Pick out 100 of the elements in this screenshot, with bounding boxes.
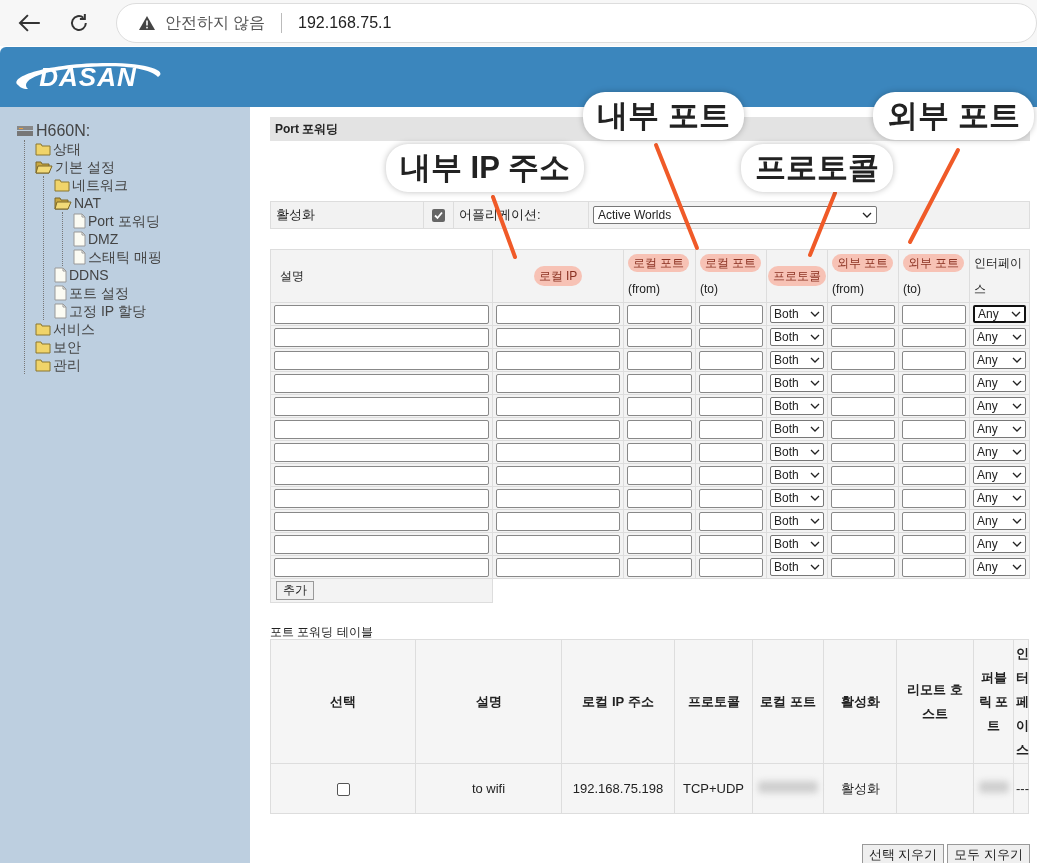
back-icon[interactable]	[18, 13, 42, 33]
protocol-dropdown[interactable]: Both	[770, 512, 824, 530]
protocol-dropdown[interactable]: Both	[770, 328, 824, 346]
input-field[interactable]	[699, 534, 763, 554]
input-field[interactable]	[831, 488, 895, 508]
application-dropdown[interactable]: Active Worlds	[593, 206, 877, 224]
interface-dropdown[interactable]: Any	[973, 374, 1026, 392]
input-field[interactable]	[831, 442, 895, 462]
protocol-dropdown[interactable]: Both	[770, 443, 824, 461]
input-field[interactable]	[627, 373, 692, 393]
input-field[interactable]	[902, 557, 966, 577]
tree-item[interactable]: 포트 설정	[69, 284, 129, 302]
input-field[interactable]	[274, 442, 489, 462]
input-field[interactable]	[627, 350, 692, 370]
interface-dropdown[interactable]: Any	[973, 466, 1026, 484]
protocol-dropdown[interactable]: Both	[770, 466, 824, 484]
input-field[interactable]	[831, 304, 895, 324]
input-field[interactable]	[699, 373, 763, 393]
input-field[interactable]	[902, 465, 966, 485]
protocol-dropdown[interactable]: Both	[770, 397, 824, 415]
interface-dropdown[interactable]: Any	[973, 351, 1026, 369]
input-field[interactable]	[274, 488, 489, 508]
input-field[interactable]	[274, 373, 489, 393]
input-field[interactable]	[496, 511, 620, 531]
enable-checkbox[interactable]	[432, 208, 445, 222]
input-field[interactable]	[627, 534, 692, 554]
protocol-dropdown[interactable]: Both	[770, 351, 824, 369]
input-field[interactable]	[274, 511, 489, 531]
input-field[interactable]	[902, 511, 966, 531]
row-checkbox[interactable]	[336, 782, 350, 796]
input-field[interactable]	[496, 557, 620, 577]
input-field[interactable]	[496, 534, 620, 554]
interface-dropdown[interactable]: Any	[973, 558, 1026, 576]
tree-item[interactable]: 고정 IP 할당	[69, 302, 146, 320]
tree-item[interactable]: Port 포워딩	[88, 212, 160, 230]
interface-dropdown[interactable]: Any	[973, 420, 1026, 438]
input-field[interactable]	[274, 465, 489, 485]
input-field[interactable]	[274, 534, 489, 554]
tree-item[interactable]: NAT	[74, 194, 101, 212]
input-field[interactable]	[699, 419, 763, 439]
tree-item[interactable]: DMZ	[88, 230, 119, 248]
input-field[interactable]	[274, 396, 489, 416]
input-field[interactable]	[496, 327, 620, 347]
tree-item[interactable]: 상태	[53, 140, 81, 158]
input-field[interactable]	[699, 511, 763, 531]
interface-dropdown[interactable]: Any	[973, 512, 1026, 530]
tree-item[interactable]: H660N:	[36, 122, 91, 140]
tree-item[interactable]: 기본 설정	[55, 158, 115, 176]
tree-item[interactable]: 서비스	[53, 320, 95, 338]
input-field[interactable]	[627, 557, 692, 577]
interface-dropdown[interactable]: Any	[973, 443, 1026, 461]
input-field[interactable]	[902, 373, 966, 393]
input-field[interactable]	[831, 350, 895, 370]
input-field[interactable]	[274, 304, 489, 324]
protocol-dropdown[interactable]: Both	[770, 305, 824, 323]
input-field[interactable]	[902, 419, 966, 439]
input-field[interactable]	[699, 465, 763, 485]
input-field[interactable]	[274, 350, 489, 370]
tree-item[interactable]: 네트워크	[72, 176, 128, 194]
input-field[interactable]	[699, 350, 763, 370]
input-field[interactable]	[699, 327, 763, 347]
input-field[interactable]	[496, 465, 620, 485]
input-field[interactable]	[831, 534, 895, 554]
input-field[interactable]	[831, 465, 895, 485]
protocol-dropdown[interactable]: Both	[770, 374, 824, 392]
input-field[interactable]	[831, 419, 895, 439]
input-field[interactable]	[699, 396, 763, 416]
input-field[interactable]	[831, 511, 895, 531]
input-field[interactable]	[902, 304, 966, 324]
input-field[interactable]	[496, 304, 620, 324]
input-field[interactable]	[627, 327, 692, 347]
input-field[interactable]	[627, 488, 692, 508]
interface-dropdown[interactable]: Any	[973, 489, 1026, 507]
input-field[interactable]	[831, 557, 895, 577]
tree-item[interactable]: 보안	[53, 338, 81, 356]
interface-dropdown[interactable]: Any	[973, 397, 1026, 415]
input-field[interactable]	[831, 327, 895, 347]
tree-item[interactable]: 관리	[53, 356, 81, 374]
protocol-dropdown[interactable]: Both	[770, 535, 824, 553]
input-field[interactable]	[902, 442, 966, 462]
input-field[interactable]	[627, 304, 692, 324]
input-field[interactable]	[627, 419, 692, 439]
input-field[interactable]	[496, 373, 620, 393]
input-field[interactable]	[627, 396, 692, 416]
input-field[interactable]	[831, 396, 895, 416]
input-field[interactable]	[496, 419, 620, 439]
input-field[interactable]	[831, 373, 895, 393]
input-field[interactable]	[699, 557, 763, 577]
tree-item[interactable]: 스태틱 매핑	[88, 248, 162, 266]
input-field[interactable]	[699, 304, 763, 324]
input-field[interactable]	[496, 396, 620, 416]
input-field[interactable]	[496, 488, 620, 508]
input-field[interactable]	[902, 327, 966, 347]
input-field[interactable]	[627, 511, 692, 531]
protocol-dropdown[interactable]: Both	[770, 489, 824, 507]
input-field[interactable]	[496, 350, 620, 370]
input-field[interactable]	[699, 488, 763, 508]
action-button[interactable]: 선택 지우기	[861, 844, 945, 863]
address-bar[interactable]: 안전하지 않음 192.168.75.1	[115, 3, 1037, 43]
input-field[interactable]	[627, 442, 692, 462]
